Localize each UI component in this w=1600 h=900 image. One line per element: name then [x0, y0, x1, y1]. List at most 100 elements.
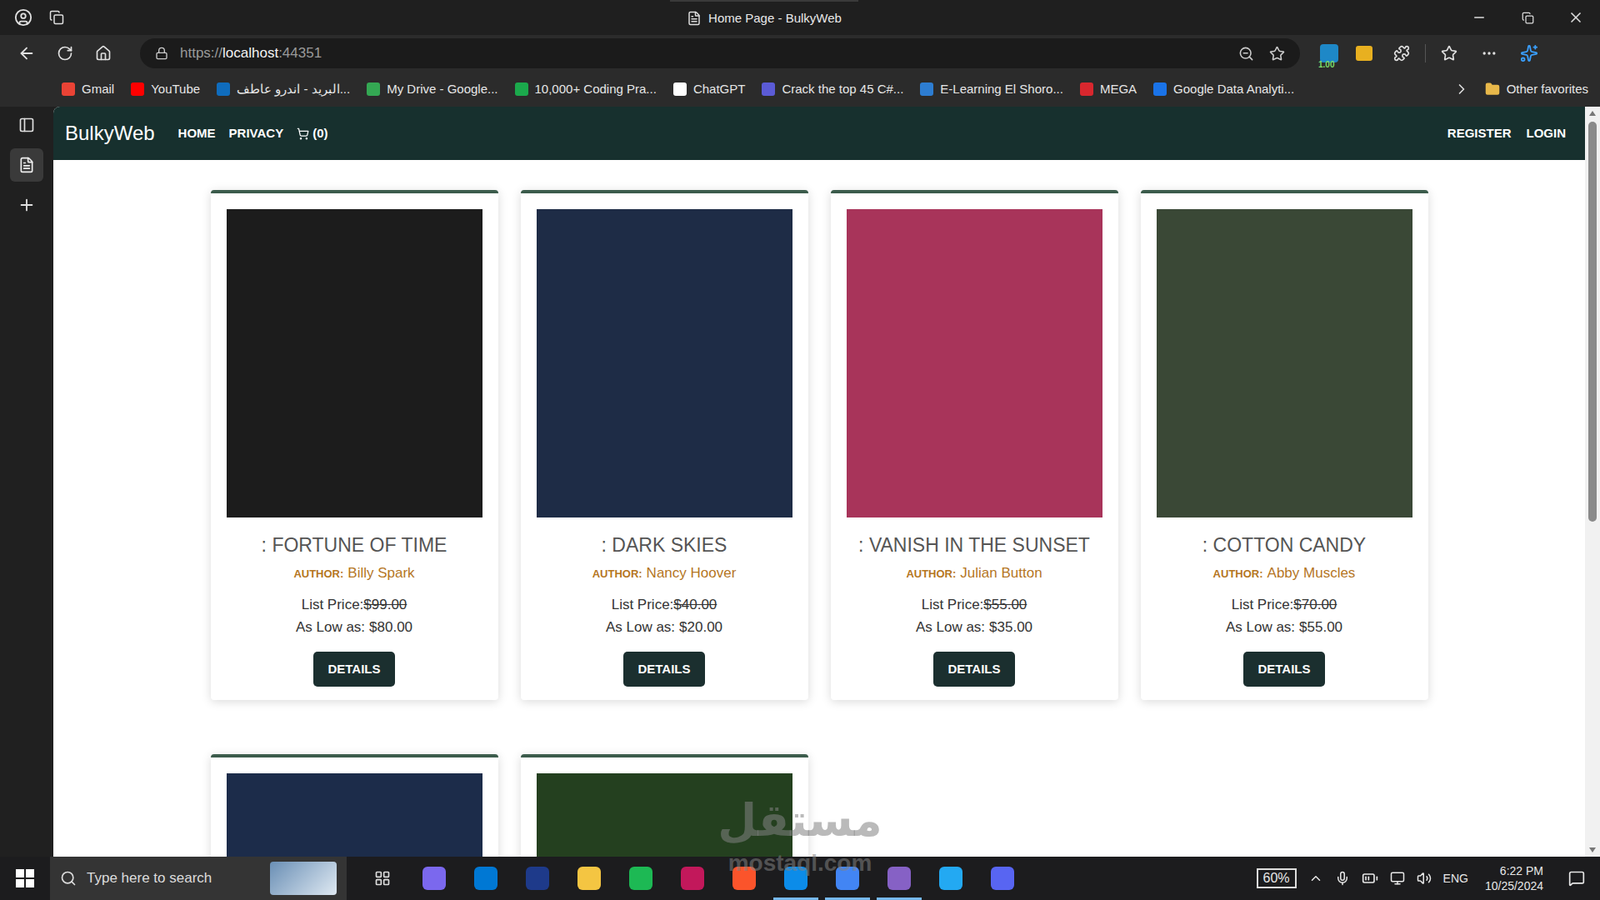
scroll-up-icon[interactable] [1588, 110, 1597, 117]
volume-icon[interactable] [1416, 870, 1432, 886]
search-icon [60, 870, 77, 887]
network-icon[interactable] [1390, 870, 1405, 886]
taskbar-app-icon[interactable] [873, 856, 925, 900]
taskbar-app-icon[interactable] [718, 856, 770, 900]
taskbar-app-icon[interactable] [666, 856, 719, 900]
favorite-item[interactable]: 10,000+ Coding Pra... [515, 80, 657, 100]
close-button[interactable] [1551, 0, 1600, 35]
notifications-icon[interactable] [1568, 870, 1585, 887]
scrollbar[interactable] [1585, 106, 1600, 857]
active-indicator [876, 897, 922, 900]
favicon-icon [673, 82, 687, 96]
sidebar-toggle-icon[interactable] [10, 110, 44, 140]
taskbar-app-icon[interactable] [925, 856, 977, 900]
taskbar-app-icon[interactable] [460, 856, 512, 900]
favorite-item[interactable]: Crack the top 45 C#... [761, 80, 904, 100]
active-tab[interactable]: Home Page - BulkyWeb [670, 0, 859, 35]
low-price: As Low as:$55.00 [1225, 616, 1343, 639]
product-author: AUTHOR:Julian Button [905, 562, 1042, 585]
taskbar-app-icon[interactable] [976, 856, 1029, 900]
minimize-button[interactable] [1455, 0, 1504, 35]
product-card: : VANISH IN THE SUNSET AUTHOR:Julian Butt… [830, 190, 1119, 700]
favicon-icon [366, 82, 380, 96]
details-button[interactable]: DETAILS [933, 651, 1015, 688]
favicon-icon [761, 82, 775, 96]
favorite-item[interactable]: My Drive - Google... [366, 80, 498, 100]
favorite-item[interactable]: Google Data Analyti... [1153, 80, 1295, 100]
folder-icon [1485, 81, 1500, 97]
book-cover [226, 773, 483, 857]
product-card: : FORTUNE OF TIMEAUTHOR:Billy SparkList … [210, 190, 499, 700]
language[interactable]: ENG [1443, 870, 1469, 888]
details-button[interactable]: DETAILS [623, 651, 705, 688]
product-title: : VANISH IN THE SUNSET [858, 532, 1090, 558]
tray-expand-icon[interactable] [1308, 870, 1324, 886]
auth-link[interactable]: REGISTER [1440, 124, 1520, 144]
nav-link[interactable]: PRIVACY [222, 124, 291, 144]
favicon-icon [1080, 82, 1094, 96]
favicon-icon [920, 82, 934, 96]
extensions-icon[interactable] [1385, 38, 1419, 69]
product-card: : COTTON CANDYAUTHOR:Abby MusclesList Pr… [1140, 190, 1429, 700]
extension2-icon[interactable] [1350, 39, 1379, 68]
book-cover [1156, 209, 1413, 518]
copilot-icon[interactable] [1512, 38, 1546, 69]
more-icon[interactable] [1472, 38, 1506, 69]
book-cover [846, 209, 1103, 518]
scrollbar-thumb[interactable] [1588, 121, 1597, 522]
taskbar-app-icon[interactable] [821, 856, 874, 900]
workspaces-icon[interactable] [40, 2, 74, 33]
brand[interactable]: BulkyWeb [65, 118, 155, 149]
book-cover [536, 773, 793, 857]
back-icon[interactable] [10, 38, 44, 69]
extension-icon[interactable]: 1.00 [1315, 39, 1344, 68]
other-favorites[interactable]: Other favorites [1485, 80, 1589, 100]
clock[interactable]: 6:22 PM10/25/2024 [1480, 863, 1549, 894]
search-highlight-icon [270, 861, 337, 895]
window-title: Home Page - BulkyWeb [708, 9, 842, 29]
nav-link[interactable]: HOME [171, 124, 223, 144]
vertical-tabs-sidebar [0, 106, 54, 857]
favorite-item[interactable]: YouTube [130, 80, 200, 100]
taskbar-app-icon[interactable] [408, 856, 460, 900]
scroll-down-icon[interactable] [1588, 846, 1597, 854]
favicon-icon [130, 82, 145, 96]
desktop: Home Page - BulkyWeb https://localhost:44… [0, 0, 1600, 900]
cart-link[interactable]: (0) [290, 124, 335, 144]
details-button[interactable]: DETAILS [1243, 651, 1325, 688]
address-bar[interactable]: https://localhost:44351 [140, 38, 1300, 69]
taskbar-app-icon[interactable] [563, 856, 615, 900]
cart-icon [296, 127, 310, 140]
profile-icon[interactable] [6, 2, 40, 33]
taskbar-app-icon[interactable] [615, 856, 667, 900]
taskbar-app-icon[interactable] [511, 856, 564, 900]
refresh-icon[interactable] [48, 38, 82, 69]
book-cover [226, 209, 483, 518]
lock-icon [155, 46, 169, 60]
mic-icon[interactable] [1335, 870, 1350, 886]
taskbar: Type here to search60%ENG6:22 PM10/25/20… [0, 856, 1600, 900]
favorite-star-icon[interactable] [1269, 45, 1285, 62]
favorite-item[interactable]: البريد - اندرو عاطف... [216, 80, 350, 100]
taskbar-app-icon[interactable] [770, 856, 822, 900]
product-author: AUTHOR:Billy Spark [293, 562, 415, 585]
more-favorites-icon[interactable] [1453, 80, 1470, 98]
favorites-icon[interactable] [1432, 38, 1466, 69]
task-view-icon[interactable] [356, 856, 409, 900]
web-page: BulkyWeb HOMEPRIVACY(0) REGISTERLOGIN : FOR… [53, 106, 1600, 857]
new-tab-icon[interactable] [10, 190, 44, 220]
list-price: List Price:$55.00 [921, 594, 1028, 616]
search-box[interactable]: Type here to search [50, 856, 347, 900]
favorite-item[interactable]: MEGA [1080, 80, 1137, 100]
favorite-item[interactable]: E-Learning El Shoro... [920, 80, 1064, 100]
favorite-item[interactable]: Gmail [61, 80, 115, 100]
start-button[interactable] [0, 856, 50, 900]
details-button[interactable]: DETAILS [313, 651, 395, 688]
zoom-icon[interactable] [1238, 45, 1255, 62]
sidebar-tab[interactable] [10, 148, 44, 182]
restore-button[interactable] [1503, 0, 1552, 35]
favorite-item[interactable]: ChatGPT [673, 80, 746, 100]
battery-icon[interactable] [1361, 870, 1379, 887]
auth-link[interactable]: LOGIN [1519, 124, 1575, 144]
home-icon[interactable] [86, 38, 120, 69]
